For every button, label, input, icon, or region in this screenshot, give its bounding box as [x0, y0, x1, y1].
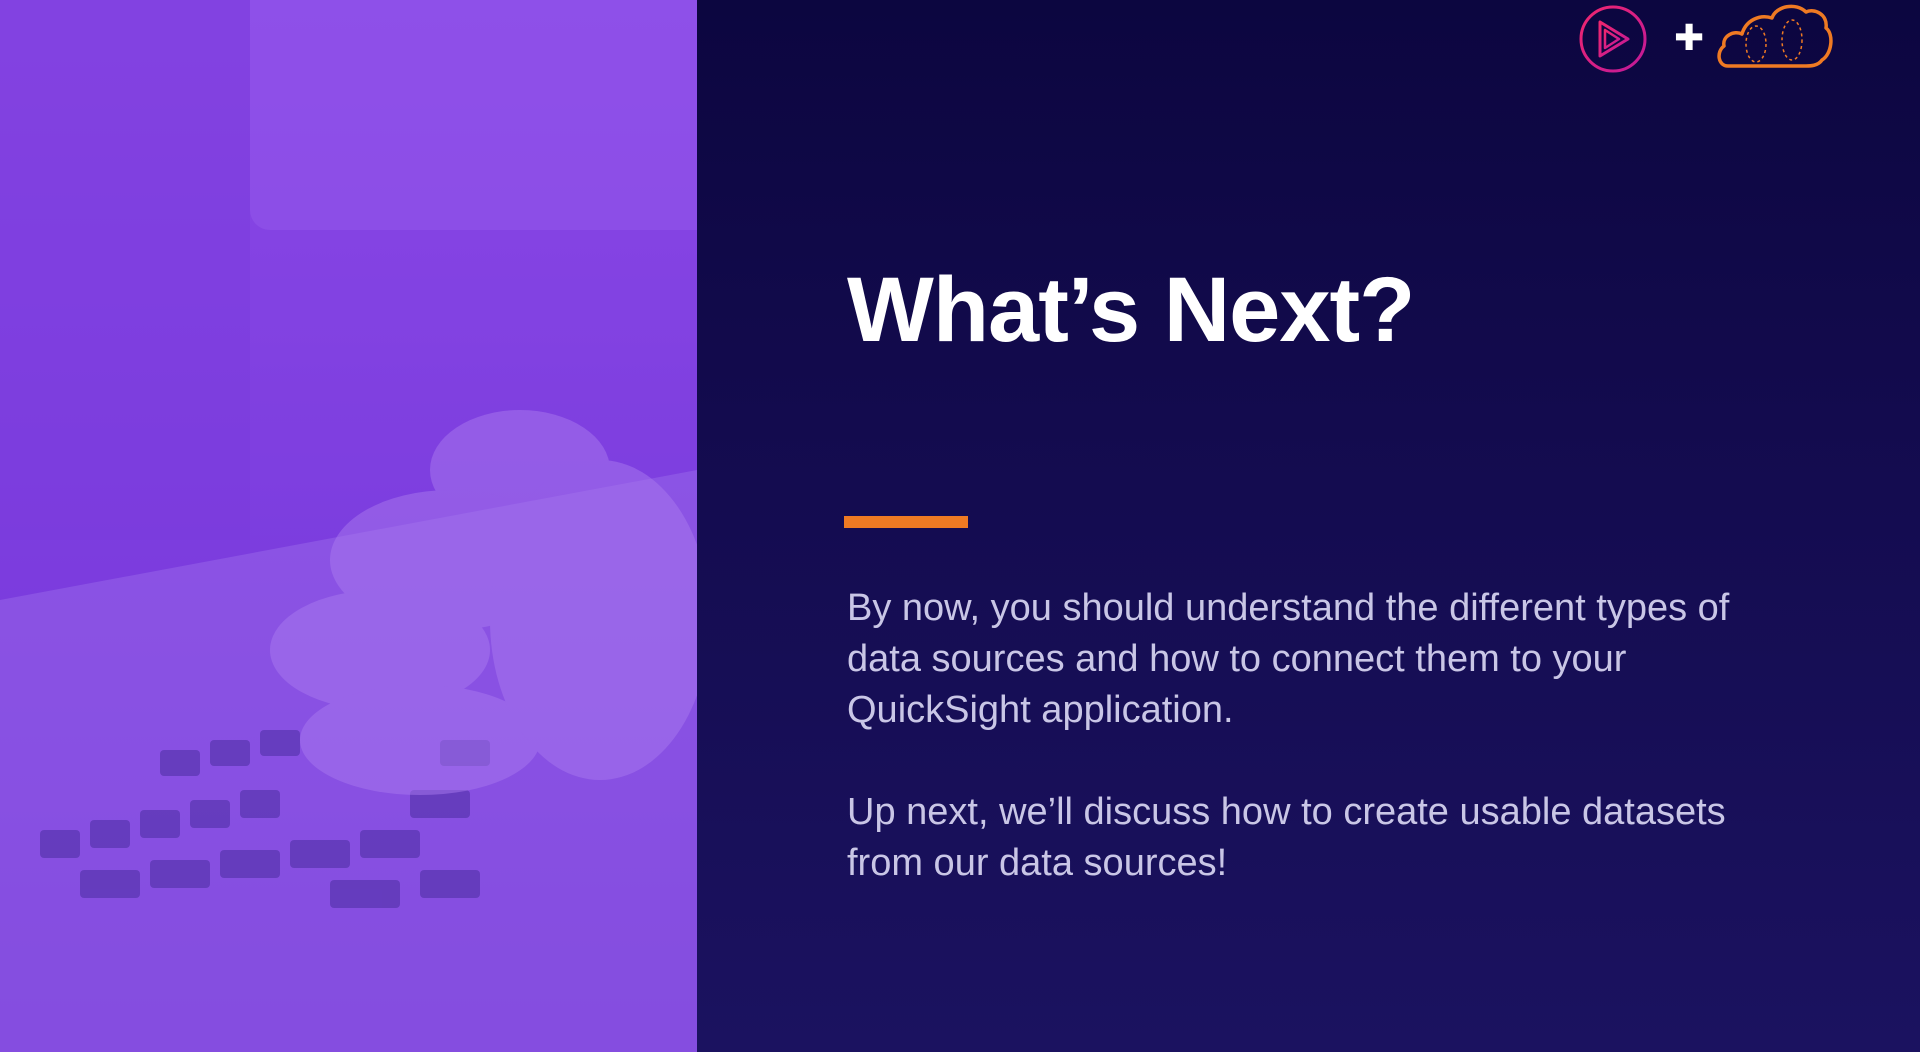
summary-paragraph: By now, you should understand the differ… [847, 587, 1730, 731]
brand-logos: ✚ [1578, 0, 1878, 80]
slide: ✚ What’s Next? By now, you should unders… [0, 0, 1920, 1052]
laptop-typing-photo [0, 0, 697, 1052]
acloudguru-cloud-icon [1717, 4, 1833, 68]
laptop-illustration [0, 0, 697, 1052]
slide-title: What’s Next? [847, 259, 1415, 361]
next-up-paragraph: Up next, we’ll discuss how to create usa… [847, 791, 1726, 884]
accent-divider [844, 516, 968, 528]
pluralsight-play-icon [1579, 5, 1647, 73]
plus-sign: ✚ [1674, 17, 1705, 58]
purple-tint-overlay [0, 0, 697, 1052]
